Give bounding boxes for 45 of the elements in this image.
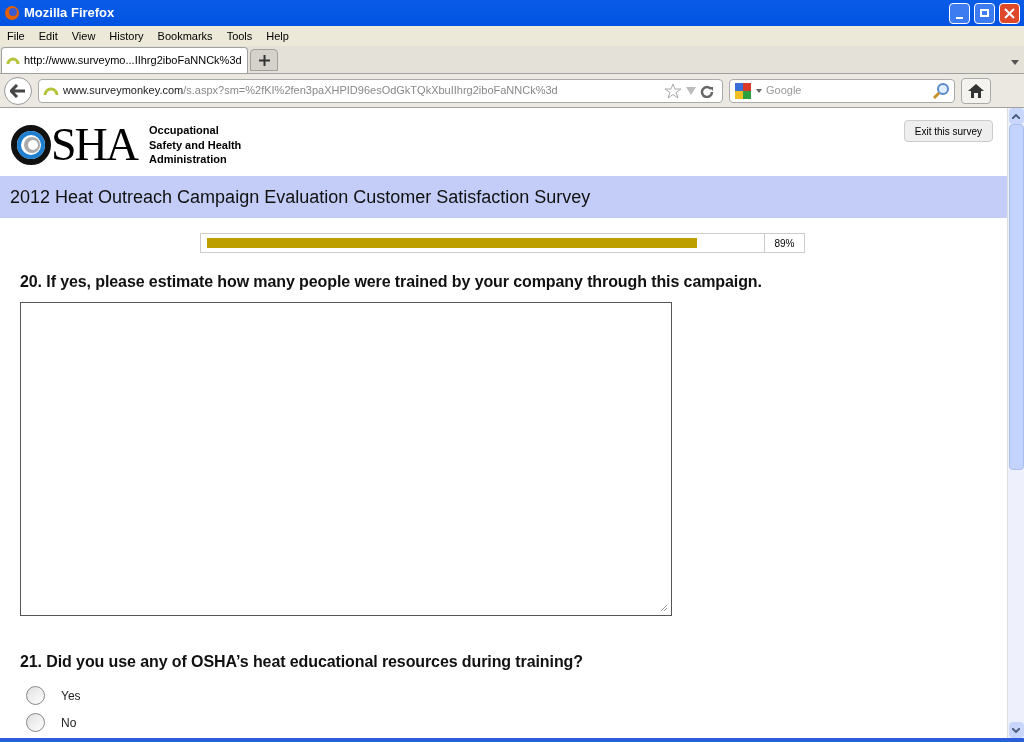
resize-grip-icon[interactable] (659, 603, 668, 612)
org-name: Occupational Safety and Health Administration (149, 123, 242, 167)
firefox-icon (4, 5, 20, 21)
menu-item[interactable]: History (109, 27, 144, 45)
menu-item[interactable]: File (7, 27, 25, 45)
radio-button[interactable] (26, 713, 45, 732)
option-label: No (61, 714, 77, 732)
close-icon (1004, 7, 1015, 19)
option-label: Yes (61, 687, 81, 705)
home-button[interactable] (961, 77, 991, 104)
question-text: 21. Did you use any of OSHA’s heat educational resources during training? (20, 652, 584, 672)
menu-item[interactable]: Bookmarks (157, 27, 213, 45)
scroll-up-icon[interactable] (1012, 113, 1020, 119)
menu-item[interactable]: Help (266, 27, 289, 45)
search-engine-icon[interactable] (734, 81, 752, 100)
address-field[interactable]: www.surveymonkey.com/s.aspx?sm=%2fKI%2fen3paXHPID96esOdGkTQkXbuIIhrg2iboFaNNCk%3d (38, 78, 723, 103)
dropdown-icon[interactable] (1011, 60, 1019, 65)
restore-button[interactable] (974, 2, 995, 24)
menu-item[interactable]: View (71, 27, 96, 45)
back-button[interactable] (4, 76, 32, 105)
menu-item[interactable]: Edit (38, 27, 58, 45)
arc-icon (6, 56, 20, 65)
home-icon (968, 83, 984, 98)
osha-logo: SHA (11, 122, 138, 168)
new-tab-button[interactable] (250, 49, 278, 71)
progress-percent: 89% (765, 233, 805, 253)
question-text: 20. If yes, please estimate how many people were trained by your company through this campaign. (20, 272, 763, 292)
star-icon[interactable] (664, 82, 682, 99)
scroll-down-icon[interactable] (1012, 727, 1020, 733)
menu-item[interactable]: Tools (226, 27, 253, 45)
radio-button[interactable] (26, 686, 45, 705)
survey-title: 2012 Heat Outreach Campaign Evaluation Customer Satisfaction Survey (10, 185, 591, 209)
search-icon[interactable] (932, 81, 950, 100)
plus-icon (258, 54, 270, 66)
exit-survey-button[interactable]: Exit this survey (903, 120, 993, 142)
arc-icon (43, 85, 59, 96)
back-arrow-icon (10, 83, 26, 98)
window-title: Mozilla Firefox (24, 4, 116, 23)
close-button[interactable] (999, 2, 1020, 24)
browser-tab[interactable]: http://www.surveymo...IIhrg2iboFaNNCk%3d (1, 47, 248, 73)
search-field[interactable]: Google (766, 82, 928, 99)
reload-icon[interactable] (700, 83, 714, 98)
search-bar[interactable]: Google (729, 78, 955, 103)
dropdown-icon[interactable] (756, 88, 762, 93)
minimize-button[interactable] (949, 2, 970, 24)
